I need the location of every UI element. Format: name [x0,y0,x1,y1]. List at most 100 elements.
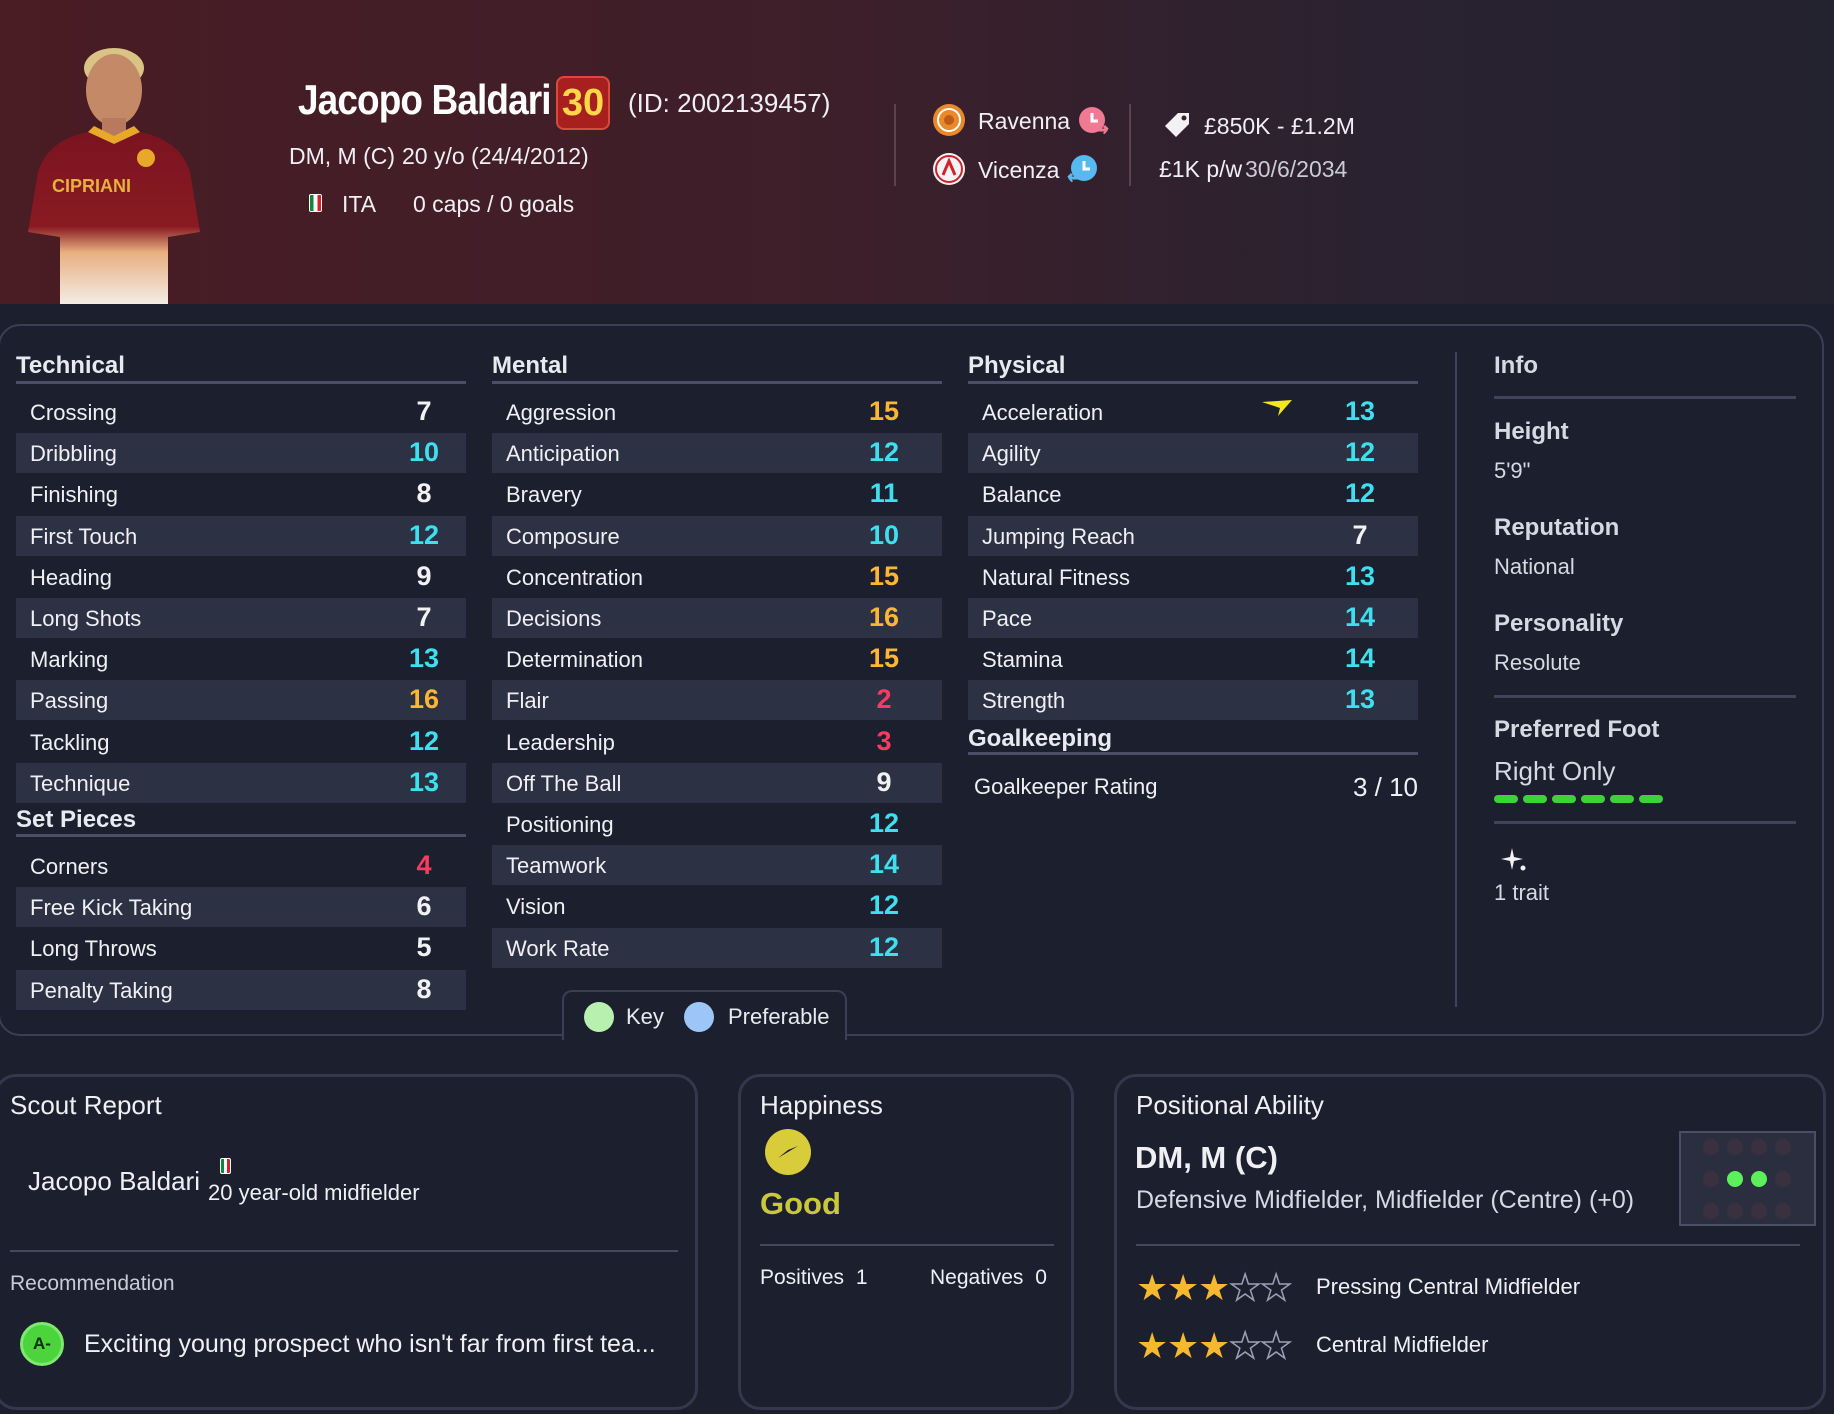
technical-title: Technical [16,352,125,379]
attribute-row[interactable]: First Touch 12 [16,515,466,556]
header-divider-2 [1129,104,1131,186]
info-line [1494,396,1796,399]
attribute-row[interactable]: Acceleration 13 [968,392,1418,432]
foot-meter-segment [1610,795,1634,803]
position-pitch-map[interactable] [1679,1131,1816,1226]
attribute-value: 8 [416,973,432,1004]
happiness-card[interactable] [738,1074,1074,1410]
attribute-row[interactable]: Jumping Reach 7 [968,515,1418,556]
pitch-position-dot [1727,1171,1743,1187]
attribute-row[interactable]: Crossing 7 [16,392,466,432]
legend-preferable[interactable]: Preferable [728,1004,830,1030]
svg-text:CIPRIANI: CIPRIANI [52,176,131,196]
attribute-row[interactable]: Stamina 14 [968,639,1418,679]
attribute-label: Flair [506,688,549,714]
attribute-row[interactable]: Vision 12 [492,886,942,926]
attribute-value: 6 [416,891,432,922]
attribute-row[interactable]: Pace 14 [968,598,1418,638]
recommendation-text: Exciting young prospect who isn't far fr… [84,1330,656,1358]
attribute-row[interactable]: Anticipation 12 [492,433,942,474]
club-ravenna[interactable]: Ravenna [978,108,1070,135]
attribute-row[interactable]: Work Rate 12 [492,927,942,968]
player-age: 20 y/o (24/4/2012) [402,143,589,169]
attribute-row[interactable]: Balance 12 [968,474,1418,514]
attribute-row[interactable]: Aggression 15 [492,392,942,432]
attribute-value: 16 [868,602,900,632]
goalkeeping-title: Goalkeeping [968,725,1113,752]
attribute-value: 12 [1344,437,1376,468]
attribute-row[interactable]: Finishing 8 [16,474,466,514]
positional-divider [1136,1244,1800,1246]
attribute-row[interactable]: Concentration 15 [492,557,942,597]
attribute-label: Positioning [506,812,614,837]
player-portrait: CIPRIANI [28,48,200,304]
attribute-label: Finishing [30,482,119,508]
attribute-row[interactable]: Composure 10 [492,515,942,556]
traits-link[interactable]: 1 trait [1494,880,1549,906]
attribute-row[interactable]: Technique 13 [16,762,466,803]
info-line-2 [1494,695,1796,698]
role-name[interactable]: Pressing Central Midfielder [1316,1274,1580,1300]
attribute-value: 13 [1344,560,1376,591]
attribute-row[interactable]: Long Shots 7 [16,598,466,638]
set-pieces-line [16,834,466,837]
attribute-label: Teamwork [506,853,607,879]
attribute-row[interactable]: Long Throws 5 [16,928,466,968]
attribute-row[interactable]: Bravery 11 [492,474,942,514]
attribute-row[interactable]: Heading 9 [16,557,466,597]
attribute-label: Balance [982,482,1062,508]
attribute-value: 12 [1344,478,1376,509]
attribute-label: Anticipation [506,441,620,467]
negatives-row: Negatives 0 [930,1266,1047,1290]
attribute-row[interactable]: Strength 13 [968,680,1418,721]
club-vicenza[interactable]: Vicenza [978,157,1059,184]
attribute-label: First Touch [30,523,138,549]
attribute-label: Vision [506,894,566,920]
attribute-row[interactable]: Free Kick Taking 6 [16,887,466,928]
attribute-row[interactable]: Agility 12 [968,433,1418,474]
attribute-value: 3 [876,725,892,756]
star-icon: ★ [1198,1267,1231,1308]
attribute-label: Off The Ball [506,770,622,796]
attribute-label: Agility [982,441,1041,467]
attribute-row[interactable]: Flair 2 [492,680,942,721]
italy-flag-icon [220,1158,231,1174]
star-icon: ★ [1167,1325,1200,1366]
attribute-row[interactable]: Teamwork 14 [492,845,942,886]
attribute-value: 7 [1352,519,1368,550]
vicenza-crest-icon[interactable] [932,152,966,186]
attribute-value: 13 [408,766,440,797]
attribute-row[interactable]: Positioning 12 [492,804,942,844]
attribute-value: 2 [876,684,892,715]
sparkle-icon [1501,848,1526,871]
attribute-row[interactable]: Dribbling 10 [16,433,466,474]
attribute-row[interactable]: Penalty Taking 8 [16,969,466,1010]
star-icon: ★ [1198,1325,1231,1366]
star-icon: ★ [1228,1325,1262,1366]
attribute-row[interactable]: Tackling 12 [16,722,466,762]
pitch-position-dot [1703,1139,1719,1155]
pitch-position-dot [1703,1171,1719,1187]
attribute-label: Long Throws [30,936,157,962]
attribute-row[interactable]: Natural Fitness 13 [968,557,1418,597]
attribute-row[interactable]: Passing 16 [16,680,466,721]
pitch-position-dot [1775,1203,1791,1219]
attribute-label: Acceleration [982,400,1104,425]
foot-meter-segment [1581,795,1605,803]
ravenna-crest-icon[interactable] [932,103,966,137]
attribute-row[interactable]: Off The Ball 9 [492,762,942,803]
attribute-row[interactable]: Decisions 16 [492,598,942,638]
attribute-value: 15 [868,560,900,591]
attribute-row[interactable]: Corners 4 [16,846,466,886]
role-name[interactable]: Central Midfielder [1316,1332,1488,1358]
pitch-position-dot [1727,1139,1743,1155]
attribute-row[interactable]: Determination 15 [492,639,942,679]
attribute-row[interactable]: Marking 13 [16,639,466,679]
attribute-value: 13 [1344,684,1376,715]
happiness-title: Happiness [760,1090,883,1120]
attribute-label: Passing [30,688,109,714]
attribute-row[interactable]: Leadership 3 [492,722,942,762]
player-nation[interactable]: ITA [342,191,376,218]
scout-report-card[interactable] [0,1074,698,1410]
legend-key[interactable]: Key [626,1004,664,1030]
